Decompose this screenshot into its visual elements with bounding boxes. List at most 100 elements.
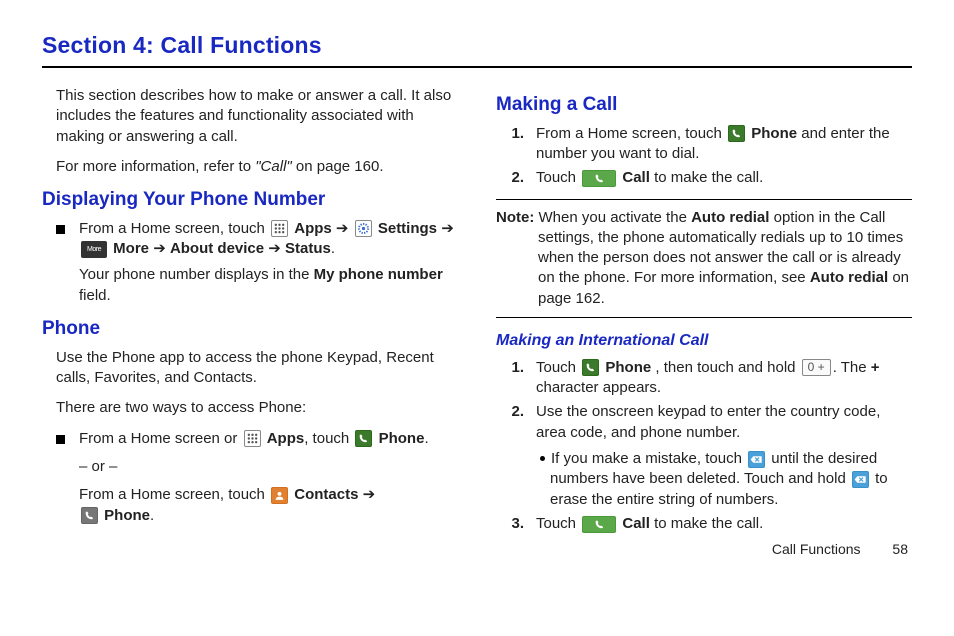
bullet-icon (540, 456, 545, 461)
text: . (331, 240, 335, 257)
square-bullet-icon (56, 225, 65, 234)
heading-phone: Phone (42, 316, 458, 342)
phone-label: Phone (751, 125, 797, 142)
contacts-label: Contacts (294, 486, 358, 503)
intl-step-3: 3. Touch Call to make the call. (510, 514, 912, 534)
plus-char: + (871, 359, 880, 376)
text: . The (833, 359, 871, 376)
right-column: Making a Call 1. From a Home screen, tou… (496, 82, 912, 559)
text: When you activate the (534, 209, 691, 226)
call-label: Call (622, 169, 650, 186)
text: character appears. (536, 379, 661, 396)
phone-app-icon (355, 430, 372, 447)
about-device-label: About device (170, 240, 264, 257)
arrow: ➔ (363, 486, 376, 503)
phone-access-content: From a Home screen or Apps, touch Phone.… (79, 429, 429, 526)
footer-section: Call Functions (772, 541, 861, 557)
text: field. (79, 287, 111, 304)
my-phone-number-label: My phone number (314, 266, 443, 283)
phone-app-icon (582, 359, 599, 376)
note-label: Note: (496, 209, 534, 226)
heading-displaying-number: Displaying Your Phone Number (42, 187, 458, 213)
text: on page 160. (292, 158, 384, 175)
title-rule (42, 66, 912, 68)
phone-paragraph-2: There are two ways to access Phone: (56, 398, 458, 418)
backspace-icon (748, 451, 765, 468)
step-content: Use the onscreen keypad to enter the cou… (536, 402, 912, 510)
page-number: 58 (892, 541, 908, 557)
step-content: From a Home screen, touch Phone and ente… (536, 124, 912, 165)
page-footer: Call Functions 58 (496, 540, 912, 559)
auto-redial-label: Auto redial (691, 209, 769, 226)
phone-label: Phone (104, 507, 150, 524)
text: to make the call. (654, 169, 763, 186)
call-label: Call (622, 515, 650, 532)
step-content: Touch Phone , then touch and hold 0 +. T… (536, 358, 912, 399)
intro-paragraph-1: This section describes how to make or an… (56, 86, 458, 147)
text: If you make a mistake, touch (551, 450, 746, 467)
text: For more information, refer to (56, 158, 255, 175)
section-title: Section 4: Call Functions (42, 30, 912, 61)
text: Touch (536, 169, 580, 186)
settings-label: Settings (378, 220, 437, 237)
text: , then touch and hold (655, 359, 799, 376)
text: Use the onscreen keypad to enter the cou… (536, 403, 880, 440)
text: From a Home screen, touch (536, 125, 726, 142)
call-button-icon (582, 516, 616, 533)
step-number: 2. (510, 402, 530, 422)
apps-label: Apps (267, 430, 305, 447)
phone-paragraph-1: Use the Phone app to access the phone Ke… (56, 348, 458, 389)
phone-app-icon (728, 125, 745, 142)
text: Your phone number displays in the (79, 266, 314, 283)
two-column-layout: This section describes how to make or an… (42, 82, 912, 559)
text: to make the call. (654, 515, 763, 532)
more-label: More (113, 240, 149, 257)
text: From a Home screen or (79, 430, 242, 447)
text: From a Home screen, touch (79, 220, 269, 237)
more-tab-icon: More (81, 241, 107, 258)
phone-tab-icon (81, 507, 98, 524)
text: From a Home screen, touch (79, 486, 269, 503)
zero-plus-key: 0 + (802, 359, 831, 376)
auto-redial-label: Auto redial (810, 269, 888, 286)
phone-label: Phone (379, 430, 425, 447)
call-reference: "Call" (255, 158, 292, 175)
display-step: From a Home screen, touch Apps ➔ Setting… (56, 219, 458, 306)
step-content: Touch Call to make the call. (536, 514, 763, 534)
making-call-step-2: 2. Touch Call to make the call. (510, 168, 912, 188)
intl-step-2: 2. Use the onscreen keypad to enter the … (510, 402, 912, 510)
display-step-content: From a Home screen, touch Apps ➔ Setting… (79, 219, 458, 306)
step-number: 2. (510, 168, 530, 188)
phone-access-step: From a Home screen or Apps, touch Phone.… (56, 429, 458, 526)
making-call-step-1: 1. From a Home screen, touch Phone and e… (510, 124, 912, 165)
square-bullet-icon (56, 435, 65, 444)
phone-label: Phone (605, 359, 651, 376)
step-number: 3. (510, 514, 530, 534)
arrow: ➔ (153, 240, 170, 257)
left-column: This section describes how to make or an… (42, 82, 458, 559)
step-number: 1. (510, 124, 530, 144)
apps-grid-icon (244, 430, 261, 447)
apps-grid-icon (271, 220, 288, 237)
text: , touch (304, 430, 353, 447)
status-label: Status (285, 240, 331, 257)
intro-paragraph-2: For more information, refer to "Call" on… (56, 157, 458, 177)
arrow: ➔ (268, 240, 285, 257)
or-separator: – or – (79, 458, 117, 475)
intl-substep: If you make a mistake, touch until the d… (536, 449, 912, 510)
backspace-icon (852, 471, 869, 488)
arrow: ➔ (441, 220, 454, 237)
intl-step-1: 1. Touch Phone , then touch and hold 0 +… (510, 358, 912, 399)
step-number: 1. (510, 358, 530, 378)
heading-international-call: Making an International Call (496, 330, 912, 352)
text: . (424, 430, 428, 447)
auto-redial-note: Note: When you activate the Auto redial … (496, 199, 912, 318)
text: . (150, 507, 154, 524)
call-button-icon (582, 170, 616, 187)
apps-label: Apps (294, 220, 332, 237)
arrow: ➔ (336, 220, 353, 237)
heading-making-call: Making a Call (496, 92, 912, 118)
contacts-icon (271, 487, 288, 504)
settings-gear-icon (355, 220, 372, 237)
text: Touch (536, 359, 580, 376)
